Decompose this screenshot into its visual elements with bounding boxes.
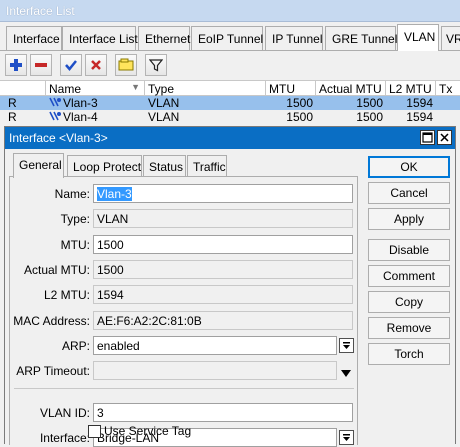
dropdown-arrow-icon [343,434,350,441]
close-button[interactable] [437,130,452,145]
tab-eoip-tunnel[interactable]: EoIP Tunnel [191,26,263,50]
tab-bar: Interface Interface List Ethernet EoIP T… [0,22,460,51]
comment-button[interactable] [115,54,137,76]
window-titlebar: Interface List [0,0,460,22]
row-actual-mtu: 1500 [356,96,383,110]
tab-loop-protect[interactable]: Loop Protect [67,155,142,177]
interface-label: Interface: [39,431,90,445]
actual-mtu-label: Actual MTU: [23,263,90,277]
add-button[interactable] [5,54,27,76]
row-l2-mtu: 1594 [406,110,433,124]
maximize-icon [422,132,433,143]
service-tag-checkbox[interactable] [88,425,101,438]
vlan-id-field[interactable]: 3 [93,403,353,422]
mac-address-label: MAC Address: [13,314,90,328]
arp-timeout-field[interactable] [93,361,337,380]
row-name: Vlan-4 [63,110,98,124]
ok-button[interactable]: OK [368,156,450,178]
remove-button[interactable]: Remove [368,317,450,339]
column-header-tx[interactable]: Tx [436,81,460,96]
comment-icon [118,58,134,71]
table-row[interactable]: R Vlan-3 VLAN 1500 1500 1594 [0,96,460,110]
actual-mtu-field: 1500 [93,260,353,279]
tab-traffic[interactable]: Traffic [187,155,227,177]
column-header-mtu[interactable]: MTU [266,81,316,96]
name-field[interactable]: Vlan-3 [93,184,353,203]
column-header-flags[interactable] [0,81,46,96]
interface-dialog: Interface <Vlan-3> General Loop Protect … [4,126,456,447]
service-tag-label: Use Service Tag [104,424,192,438]
column-header-actual-mtu[interactable]: Actual MTU [316,81,386,96]
arp-timeout-expand-icon[interactable] [341,367,351,381]
vlan-interface-icon [48,96,62,110]
row-flag: R [8,110,17,124]
vlan-interface-icon [48,110,62,124]
column-header-l2-mtu[interactable]: L2 MTU [386,81,436,96]
enable-button[interactable] [60,54,82,76]
row-type: VLAN [148,96,180,110]
row-l2-mtu: 1594 [406,96,433,110]
section-divider [14,388,354,389]
type-label: Type: [60,212,90,226]
tab-status[interactable]: Status [143,155,186,177]
torch-button[interactable]: Torch [368,343,450,365]
row-type: VLAN [148,110,180,124]
add-icon [10,59,22,71]
l2-mtu-label: L2 MTU: [43,288,90,302]
l2-mtu-field: 1594 [93,285,353,304]
dialog-titlebar[interactable]: Interface <Vlan-3> [5,127,455,149]
copy-button[interactable]: Copy [368,291,450,313]
dialog-title: Interface <Vlan-3> [9,131,108,145]
type-field: VLAN [93,209,353,228]
sort-arrow-icon: ▼ [131,82,140,92]
remove-button[interactable] [30,54,52,76]
disable-button[interactable] [85,54,107,76]
row-actual-mtu: 1500 [356,110,383,124]
dropdown-arrow-icon [343,342,350,349]
tab-interface-list[interactable]: Interface List [62,26,138,50]
mtu-field[interactable]: 1500 [93,235,353,254]
tab-general[interactable]: General [13,153,64,178]
name-label: Name: [54,187,90,201]
interface-dropdown-button[interactable] [339,430,354,445]
arp-select[interactable]: enabled [93,336,337,355]
row-mtu: 1500 [286,110,313,124]
column-header-name-label: Name [49,82,82,96]
toolbar [0,51,460,79]
name-value: Vlan-3 [97,187,132,201]
row-name: Vlan-3 [63,96,98,110]
tab-interface[interactable]: Interface [6,26,62,50]
table-row[interactable]: R Vlan-4 VLAN 1500 1500 1594 [0,110,460,124]
row-flag: R [8,96,17,110]
window-title: Interface List [6,4,75,18]
x-icon [91,60,101,70]
remove-icon [35,63,47,67]
maximize-button[interactable] [420,130,435,145]
mtu-label: MTU: [60,238,90,252]
arp-dropdown-button[interactable] [339,338,354,353]
filter-button[interactable] [145,54,167,76]
tab-vlan[interactable]: VLAN [397,24,439,51]
comment-button[interactable]: Comment [368,265,450,287]
vlan-id-label: VLAN ID: [39,406,90,420]
row-mtu: 1500 [286,96,313,110]
column-header-type[interactable]: Type [145,81,266,96]
tab-ip-tunnel[interactable]: IP Tunnel [265,26,323,50]
checkmark-icon [65,60,77,71]
filter-icon [149,59,163,72]
general-panel: Name: Vlan-3 Type: VLAN MTU: 1500 Actual… [9,176,358,447]
column-header-name[interactable]: Name ▼ [46,81,145,96]
table-header: Name ▼ Type MTU Actual MTU L2 MTU Tx [0,80,460,96]
disable-button[interactable]: Disable [368,239,450,261]
tab-vrrp[interactable]: VR [441,26,460,50]
mac-address-field: AE:F6:A2:2C:81:0B [93,311,353,330]
close-icon [440,133,449,142]
arp-timeout-label: ARP Timeout: [16,364,90,378]
tab-ethernet[interactable]: Ethernet [138,26,190,50]
tab-gre-tunnel[interactable]: GRE Tunnel [325,26,397,50]
cancel-button[interactable]: Cancel [368,182,450,204]
apply-button[interactable]: Apply [368,208,450,230]
arp-label: ARP: [61,339,90,353]
